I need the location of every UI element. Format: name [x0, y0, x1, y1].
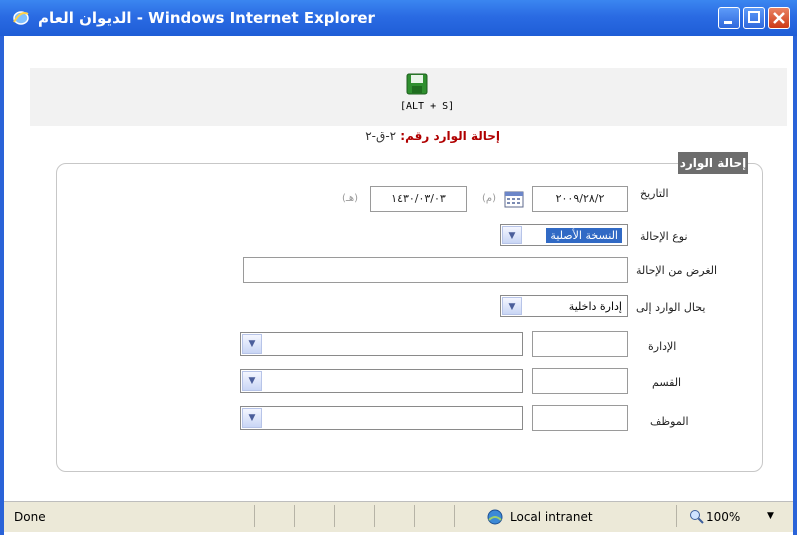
status-divider [294, 505, 295, 527]
employee-code-field[interactable] [532, 405, 628, 431]
transfer-type-select[interactable]: النسخة الأصلية ▼ [500, 224, 628, 246]
status-divider [454, 505, 455, 527]
chevron-down-icon[interactable]: ▼ [767, 511, 774, 521]
section-label: القسم [652, 376, 682, 389]
toolbar: [ALT + S] [30, 68, 787, 126]
status-divider [334, 505, 335, 527]
department-label: الإدارة [648, 340, 677, 353]
ie-logo-icon [13, 11, 29, 25]
window-title: الديوان العام - Windows Internet Explore… [38, 9, 375, 27]
intranet-globe-icon [487, 509, 503, 525]
transfer-to-label: يحال الوارد إلى [636, 301, 706, 314]
section-code-field[interactable] [532, 368, 628, 394]
status-divider [254, 505, 255, 527]
employee-select[interactable]: ▼ [240, 406, 523, 430]
chevron-down-icon: ▼ [502, 226, 522, 244]
maximize-icon [748, 11, 760, 23]
department-code-field[interactable] [532, 331, 628, 357]
window-frame-right [793, 36, 797, 535]
gregorian-date-field[interactable]: ٢٠٠٩/٢٨/٢ [532, 186, 628, 212]
gregorian-suffix: (م) [482, 193, 497, 204]
purpose-label: الغرض من الإحالة [636, 264, 718, 277]
status-divider [374, 505, 375, 527]
status-bar: Done Local intranet 100% ▼ [4, 501, 793, 532]
hijri-date-field: ١٤٣٠/٠٣/٠٣ [370, 186, 467, 212]
reference-number: ٢-ق-٢ [365, 129, 397, 143]
save-shortcut-label: [ALT + S] [400, 101, 455, 112]
save-icon[interactable] [406, 73, 428, 95]
zoom-icon[interactable] [689, 509, 705, 525]
date-label: التاريخ [640, 187, 669, 200]
hijri-suffix: (هـ) [342, 193, 359, 204]
minimize-button[interactable] [718, 7, 740, 29]
reference-title: إحالة الوارد رقم: ٢-ق-٢ [320, 129, 500, 143]
calendar-icon[interactable] [504, 190, 524, 208]
status-divider [414, 505, 415, 527]
security-zone: Local intranet [510, 510, 593, 524]
chevron-down-icon: ▼ [242, 408, 262, 428]
maximize-button[interactable] [743, 7, 765, 29]
title-bar: الديوان العام - Windows Internet Explore… [0, 0, 797, 36]
purpose-field[interactable] [243, 257, 628, 283]
close-icon [773, 12, 785, 24]
form-legend: إحالة الوارد [678, 152, 748, 174]
transfer-type-value: النسخة الأصلية [546, 228, 622, 243]
status-text: Done [14, 510, 46, 524]
chevron-down-icon: ▼ [502, 297, 522, 315]
section-select[interactable]: ▼ [240, 369, 523, 393]
transfer-to-value: إدارة داخلية [568, 300, 622, 313]
transfer-type-label: نوع الإحالة [640, 230, 688, 243]
department-select[interactable]: ▼ [240, 332, 523, 356]
chevron-down-icon: ▼ [242, 371, 262, 391]
window-frame-left [0, 36, 4, 535]
zoom-level[interactable]: 100% [706, 510, 740, 524]
chevron-down-icon: ▼ [242, 334, 262, 354]
minimize-icon [724, 21, 732, 24]
close-button[interactable] [768, 7, 790, 29]
status-divider [676, 505, 677, 527]
transfer-to-select[interactable]: إدارة داخلية ▼ [500, 295, 628, 317]
employee-label: الموظف [650, 415, 689, 428]
reference-label: إحالة الوارد رقم: [400, 129, 500, 143]
